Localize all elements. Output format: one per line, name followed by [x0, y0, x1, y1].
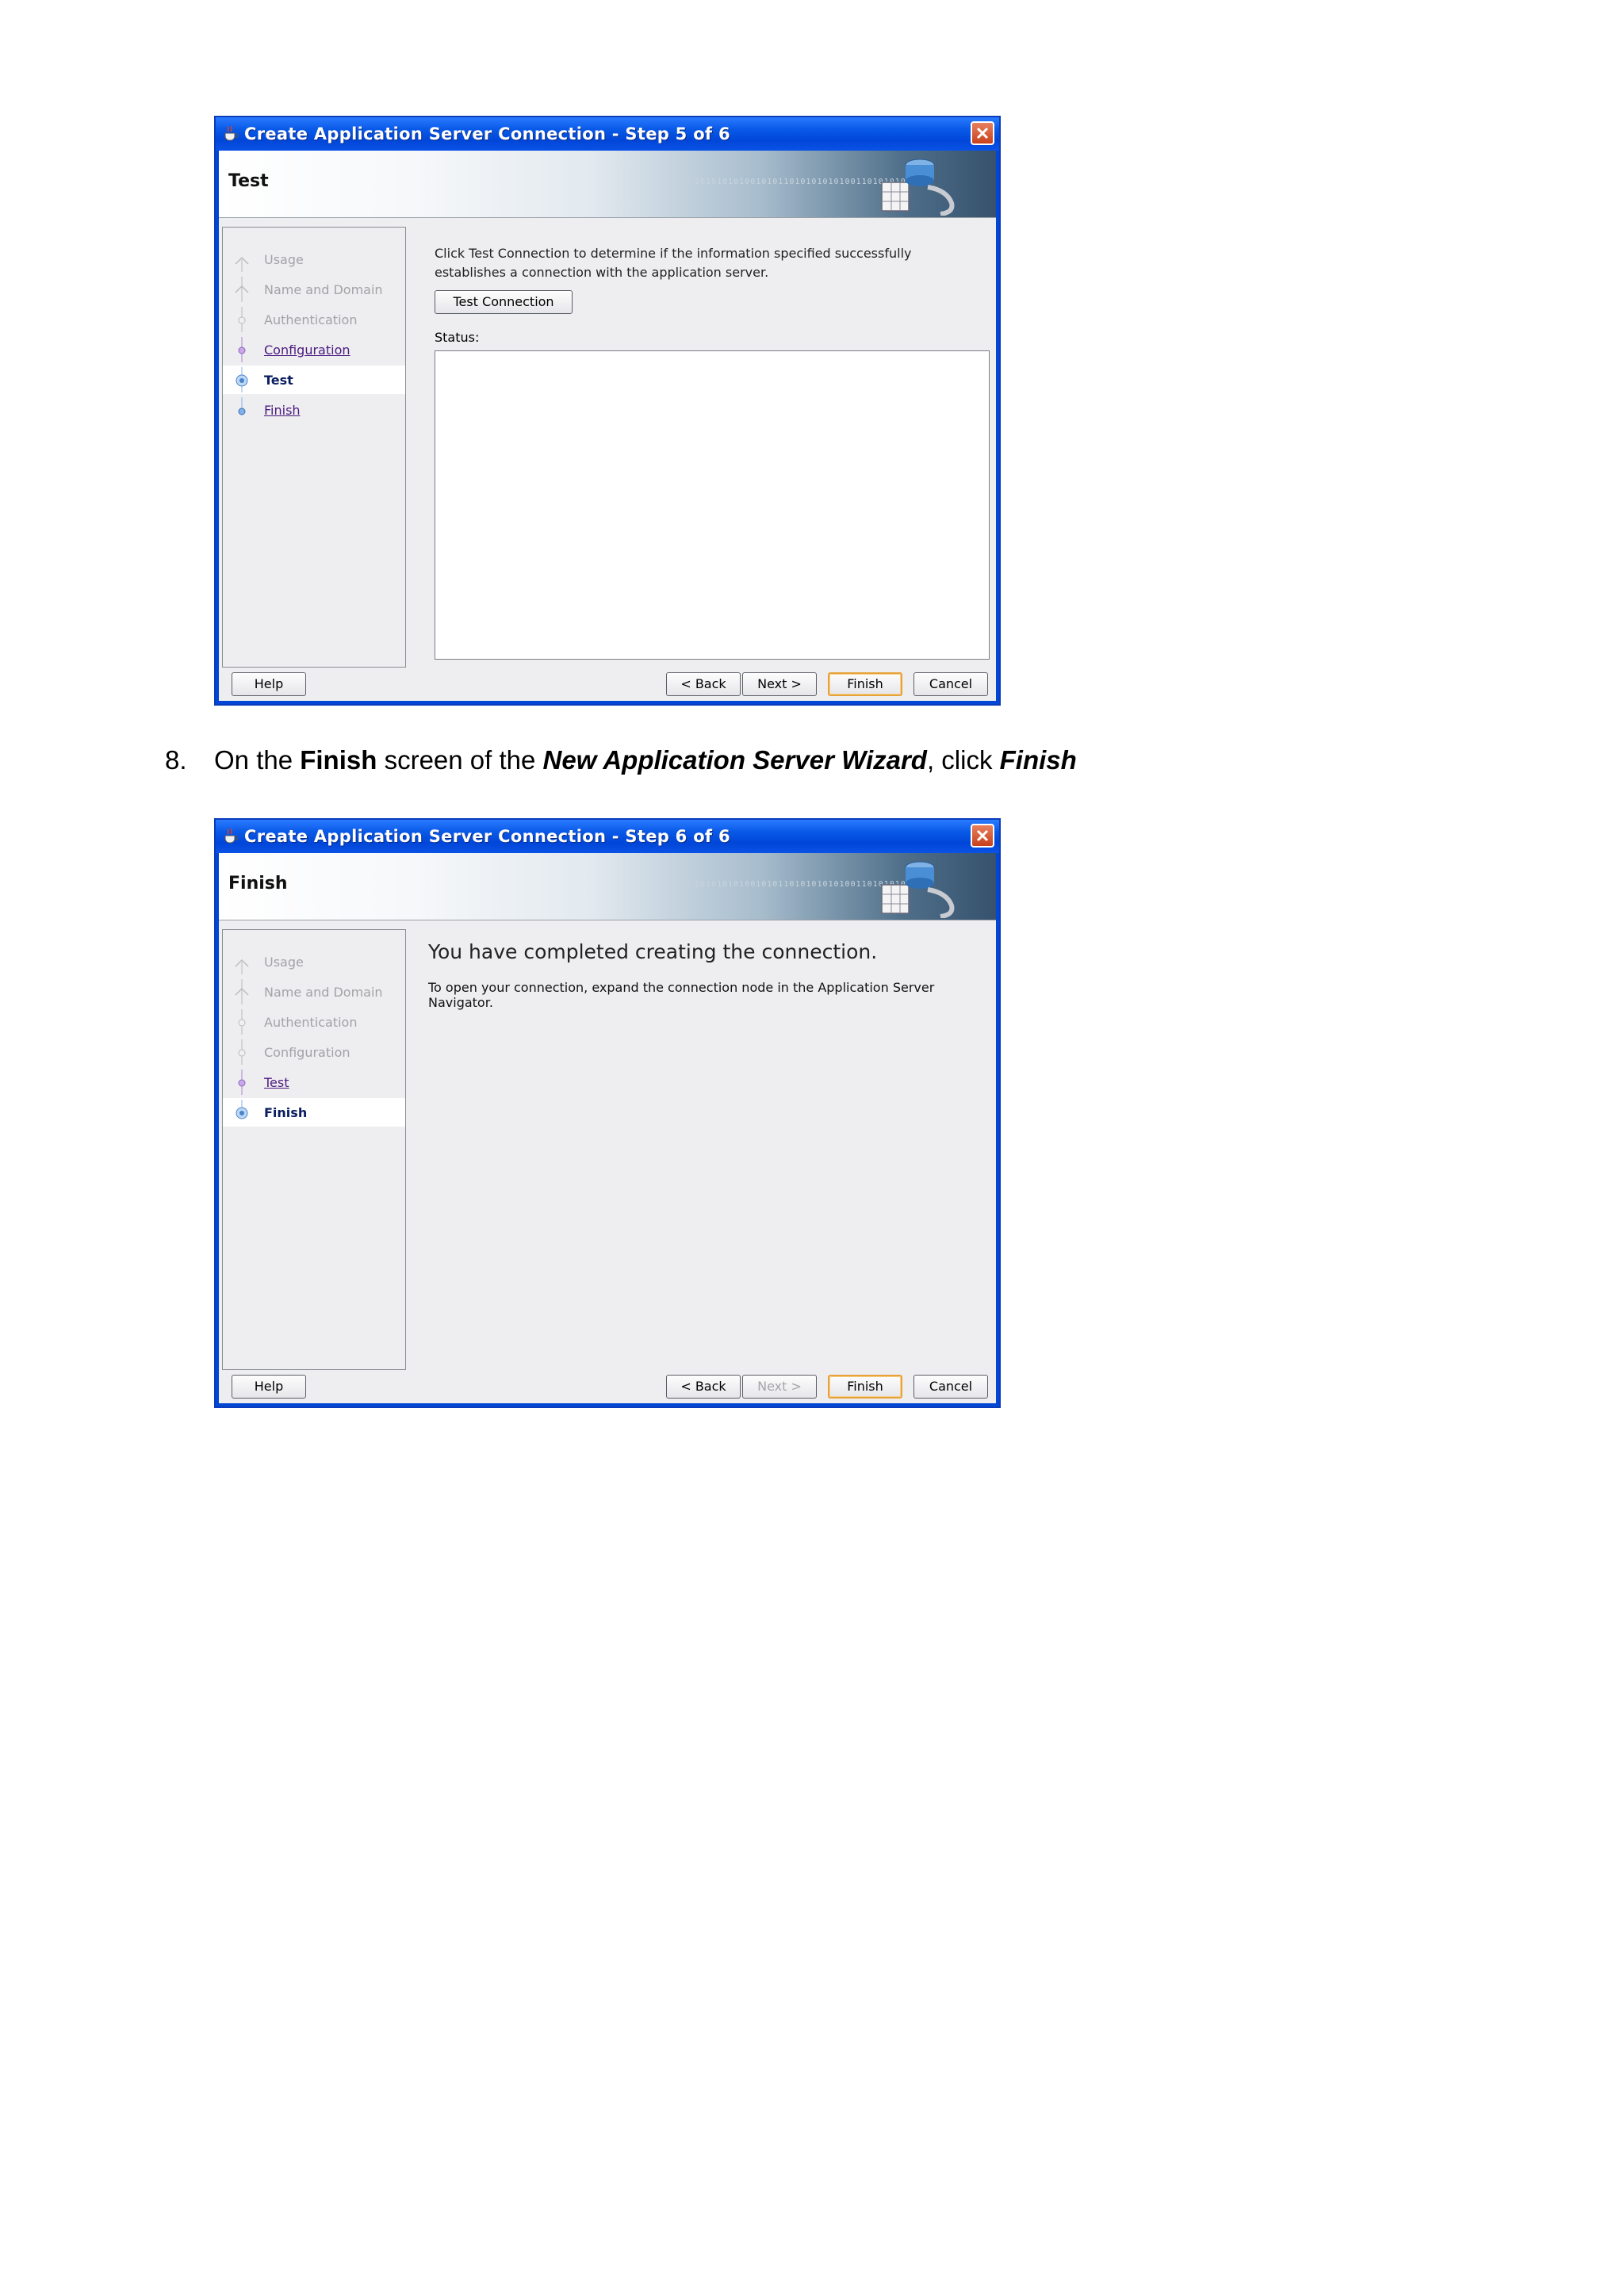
- nav-label: Usage: [264, 955, 304, 970]
- nav-item-configuration[interactable]: Configuration: [223, 335, 405, 364]
- completion-message: You have completed creating the connecti…: [428, 940, 878, 963]
- step-unvisited-icon: [238, 1009, 246, 1035]
- step-unvisited-icon: [238, 307, 246, 332]
- step-unvisited-icon: [235, 979, 249, 1004]
- help-button[interactable]: Help: [232, 1375, 306, 1399]
- test-description: Click Test Connection to determine if th…: [435, 246, 912, 280]
- step-current-icon: [236, 1100, 248, 1119]
- nav-item-name-and-domain: Name and Domain: [223, 978, 405, 1006]
- nav-label[interactable]: Configuration: [264, 342, 350, 358]
- close-icon: [976, 829, 989, 842]
- nav-label: Test: [264, 373, 293, 388]
- step-unvisited-icon: [235, 959, 249, 974]
- status-output[interactable]: [435, 350, 990, 660]
- nav-item-finish[interactable]: Finish: [223, 1098, 405, 1127]
- header-binary-text: 10101010100101011010101010100110101010: [695, 178, 906, 186]
- dialog-title: Create Application Server Connection - S…: [244, 124, 730, 144]
- close-button[interactable]: [971, 824, 994, 848]
- instruction-number: 8.: [165, 745, 187, 775]
- nav-item-test[interactable]: Test: [223, 1068, 405, 1096]
- nav-item-name-and-domain: Name and Domain: [223, 275, 405, 304]
- title-bar[interactable]: Create Application Server Connection - S…: [216, 820, 999, 853]
- nav-label: Name and Domain: [264, 282, 383, 297]
- back-button[interactable]: < Back: [666, 1375, 741, 1399]
- steps-panel: Usage Name and Domain Authentication Con…: [222, 929, 406, 1370]
- wizard-dialog-step6: Create Application Server Connection - S…: [214, 818, 1001, 1408]
- dialog-body: Test 10101010100101011010101010100110101…: [219, 151, 996, 701]
- nav-label[interactable]: Test: [264, 1075, 289, 1090]
- wizard-header: Finish 101010101001010110101010101001101…: [219, 853, 996, 920]
- wizard-dialog-step5: Create Application Server Connection - S…: [214, 116, 1001, 706]
- nav-item-finish[interactable]: Finish: [223, 396, 405, 424]
- step-unvisited-icon: [235, 257, 249, 272]
- coffee-cup-icon: [224, 125, 239, 141]
- step-title: Finish: [228, 874, 288, 894]
- instruction-part-bold-italic: Finish: [999, 745, 1077, 775]
- header-binary-text: 10101010100101011010101010100110101010: [695, 880, 906, 889]
- cancel-button[interactable]: Cancel: [914, 672, 988, 696]
- step-title: Test: [228, 171, 269, 191]
- nav-label: Usage: [264, 252, 304, 267]
- nav-label: Name and Domain: [264, 985, 383, 1000]
- nav-label: Finish: [264, 1105, 308, 1120]
- instruction-part: screen of the: [377, 745, 543, 775]
- nav-item-test[interactable]: Test: [223, 365, 405, 394]
- nav-item-authentication: Authentication: [223, 305, 405, 334]
- dialog-title: Create Application Server Connection - S…: [244, 827, 730, 846]
- step-unvisited-icon: [235, 277, 249, 302]
- test-connection-button[interactable]: Test Connection: [435, 290, 573, 314]
- instruction-part: , click: [926, 745, 1000, 775]
- database-server-icon: [881, 861, 955, 918]
- nav-item-usage: Usage: [223, 947, 405, 976]
- nav-item-configuration: Configuration: [223, 1038, 405, 1066]
- nav-label: Authentication: [264, 312, 358, 327]
- close-icon: [976, 127, 989, 140]
- nav-label: Authentication: [264, 1015, 358, 1030]
- close-button[interactable]: [971, 121, 994, 145]
- instruction-part: On the: [214, 745, 301, 775]
- step-visited-icon: [238, 337, 246, 362]
- nav-label: Configuration: [264, 1045, 350, 1060]
- instruction-text: On the Finish screen of the New Applicat…: [214, 745, 1077, 775]
- step-unvisited-icon: [238, 1039, 246, 1065]
- steps-panel: Usage Name and Domain Authentication Con…: [222, 227, 406, 668]
- content-panel: Click Test Connection to determine if th…: [416, 227, 990, 668]
- next-button[interactable]: Next >: [742, 672, 817, 696]
- finish-button[interactable]: Finish: [828, 1375, 902, 1399]
- wizard-header: Test 10101010100101011010101010100110101…: [219, 151, 996, 218]
- step-visited-icon: [238, 1070, 246, 1095]
- finish-button[interactable]: Finish: [828, 672, 902, 696]
- title-bar[interactable]: Create Application Server Connection - S…: [216, 117, 999, 151]
- instruction-part-bold-italic: New Application Server Wizard: [542, 745, 927, 775]
- dialog-body: Finish 101010101001010110101010101001101…: [219, 853, 996, 1403]
- nav-item-authentication: Authentication: [223, 1008, 405, 1036]
- coffee-cup-icon: [224, 828, 239, 844]
- cancel-button[interactable]: Cancel: [914, 1375, 988, 1399]
- step-current-icon: [236, 367, 248, 392]
- step-next-icon: [238, 397, 246, 415]
- nav-label[interactable]: Finish: [264, 403, 301, 418]
- next-button: Next >: [742, 1375, 817, 1399]
- content-panel: You have completed creating the connecti…: [416, 929, 990, 1370]
- instruction-part-bold: Finish: [300, 745, 377, 775]
- help-button[interactable]: Help: [232, 672, 306, 696]
- status-label: Status:: [435, 330, 480, 345]
- nav-item-usage: Usage: [223, 245, 405, 274]
- database-server-icon: [881, 159, 955, 216]
- completion-hint: To open your connection, expand the conn…: [428, 980, 935, 1010]
- back-button[interactable]: < Back: [666, 672, 741, 696]
